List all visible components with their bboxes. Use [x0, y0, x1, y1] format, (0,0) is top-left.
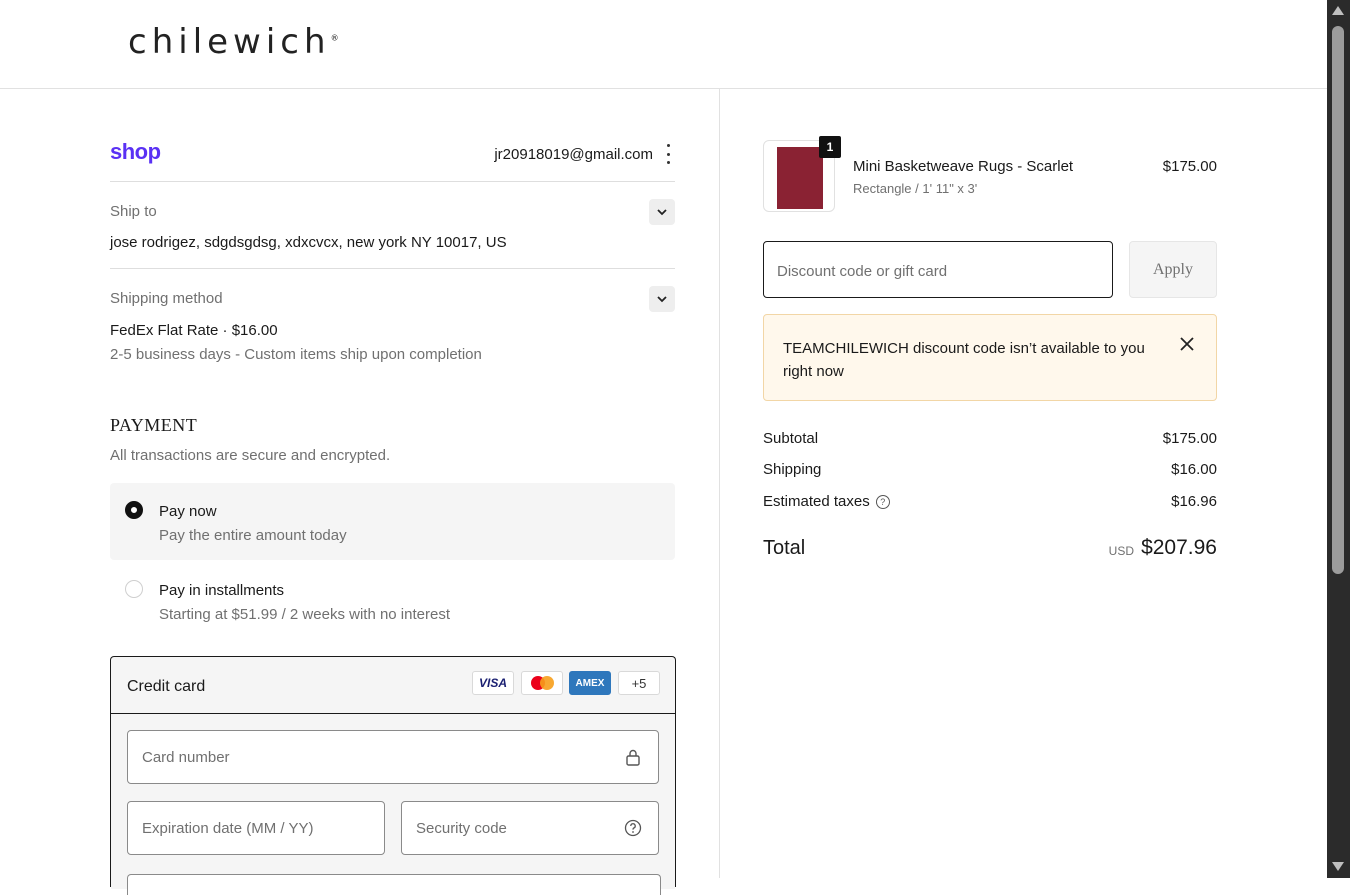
- card-number-placeholder: Card number: [142, 749, 230, 766]
- mastercard-icon: [521, 671, 563, 695]
- discount-error-message: TEAMCHILEWICH discount code isn’t availa…: [783, 340, 1145, 380]
- credit-card-panel: Credit card VISA AMEX +5 Card number Exp…: [110, 656, 676, 895]
- order-summary: 1 Mini Basketweave Rugs - Scarlet Rectan…: [720, 89, 1327, 878]
- lock-icon: [626, 749, 640, 766]
- product-variant: Rectangle / 1' 11" x 3': [853, 181, 978, 196]
- shipping-value: $16.00: [1171, 461, 1217, 478]
- shop-pay-logo: shop: [110, 139, 161, 164]
- ship-to-value: jose rodrigez, sdgdsgdsg, xdxcvcx, new y…: [110, 234, 507, 251]
- apply-discount-button[interactable]: Apply: [1129, 241, 1217, 298]
- discount-code-input[interactable]: Discount code or gift card: [763, 241, 1113, 298]
- security-code-placeholder: Security code: [416, 820, 507, 837]
- pay-installments-sub: Starting at $51.99 / 2 weeks with no int…: [159, 606, 450, 623]
- product-image: [777, 147, 823, 209]
- taxes-label-wrap: Estimated taxes?: [763, 493, 890, 510]
- taxes-value: $16.96: [1171, 493, 1217, 510]
- visa-icon: VISA: [472, 671, 514, 695]
- divider: [110, 268, 675, 269]
- shipping-method-expand-button[interactable]: [649, 286, 675, 312]
- shipping-method-note: 2-5 business days - Custom items ship up…: [110, 346, 482, 363]
- pay-now-option[interactable]: Pay now Pay the entire amount today: [110, 483, 675, 560]
- scroll-up-arrow-icon[interactable]: [1332, 6, 1344, 15]
- pay-now-title: Pay now: [159, 503, 217, 520]
- subtotal-label: Subtotal: [763, 430, 819, 447]
- pay-installments-title: Pay in installments: [159, 582, 285, 599]
- pay-now-radio[interactable]: [125, 501, 143, 519]
- shipping-method-value: FedEx Flat Rate · $16.00: [110, 322, 278, 339]
- shipping-label: Shipping: [763, 461, 822, 478]
- scroll-down-arrow-icon[interactable]: [1332, 862, 1344, 871]
- total-value: $207.96: [1141, 536, 1217, 559]
- total-currency: USD: [1108, 544, 1134, 558]
- chilewich-logo[interactable]: chilewich®: [128, 22, 339, 62]
- site-header: chilewich®: [0, 0, 1327, 89]
- chevron-down-icon: [657, 296, 667, 303]
- payment-heading: PAYMENT: [110, 415, 198, 435]
- vertical-scrollbar[interactable]: [1327, 0, 1350, 878]
- ship-to-expand-button[interactable]: [649, 199, 675, 225]
- payment-subtitle: All transactions are secure and encrypte…: [110, 447, 391, 464]
- scrollbar-thumb[interactable]: [1332, 26, 1344, 574]
- pay-now-sub: Pay the entire amount today: [159, 527, 347, 544]
- close-icon[interactable]: [1179, 336, 1195, 352]
- card-number-field[interactable]: Card number: [127, 730, 659, 784]
- chevron-down-icon: [657, 209, 667, 216]
- credit-card-title: Credit card: [127, 678, 206, 695]
- expiration-date-field[interactable]: Expiration date (MM / YY): [127, 801, 385, 855]
- credit-card-header[interactable]: Credit card VISA AMEX +5: [111, 657, 675, 714]
- expiration-placeholder: Expiration date (MM / YY): [142, 820, 314, 837]
- discount-error-notice: TEAMCHILEWICH discount code isn’t availa…: [763, 314, 1217, 401]
- shipping-method-label: Shipping method: [110, 290, 223, 307]
- credit-card-fields: Card number Expiration date (MM / YY) Se…: [111, 714, 675, 895]
- product-price: $175.00: [1162, 158, 1217, 175]
- account-menu-icon[interactable]: [662, 144, 674, 164]
- checkout-main: shop jr20918019@gmail.com Ship to jose r…: [0, 89, 720, 895]
- subtotal-value: $175.00: [1162, 430, 1217, 447]
- more-cards-badge: +5: [618, 671, 660, 695]
- quantity-badge: 1: [819, 136, 841, 158]
- security-code-field[interactable]: Security code: [401, 801, 659, 855]
- amex-icon: AMEX: [569, 671, 611, 695]
- pay-installments-radio[interactable]: [125, 580, 143, 598]
- divider: [110, 181, 675, 182]
- name-on-card-field[interactable]: [127, 874, 661, 895]
- taxes-label: Estimated taxes: [763, 493, 870, 510]
- product-name: Mini Basketweave Rugs - Scarlet: [853, 158, 1074, 175]
- ship-to-label: Ship to: [110, 203, 157, 220]
- total-label: Total: [763, 537, 806, 559]
- help-icon[interactable]: ?: [875, 495, 890, 509]
- discount-placeholder: Discount code or gift card: [777, 263, 948, 280]
- help-icon[interactable]: [624, 819, 642, 837]
- account-email: jr20918019@gmail.com: [494, 146, 653, 163]
